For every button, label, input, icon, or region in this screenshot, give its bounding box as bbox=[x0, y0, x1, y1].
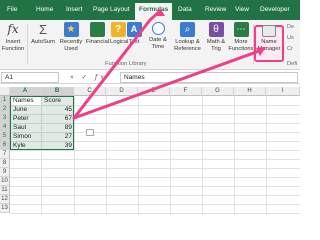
annotation-arrows bbox=[72, 8, 266, 120]
